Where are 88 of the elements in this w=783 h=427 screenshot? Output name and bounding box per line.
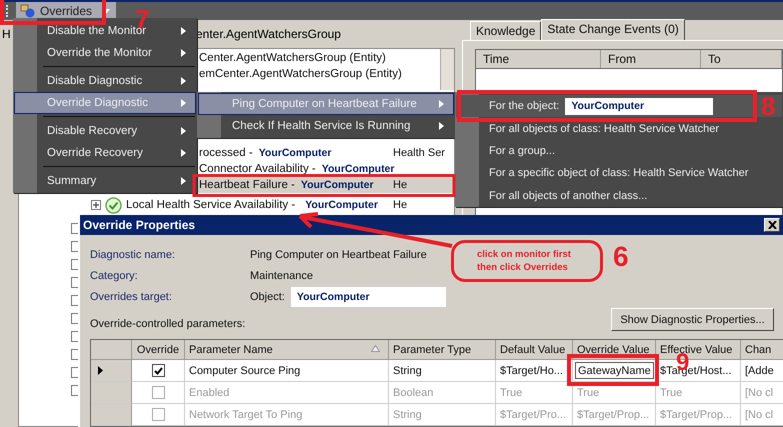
menu-item[interactable]: Override Recovery: [14, 142, 196, 164]
table-cell: True: [656, 382, 741, 404]
column-header[interactable]: Override: [132, 340, 185, 360]
table-cell: String: [389, 360, 496, 382]
field-value: Maintenance: [250, 270, 313, 282]
target-name: YourComputer: [258, 147, 332, 159]
submenu-arrow-icon: [181, 177, 186, 185]
table-cell: [No cl: [741, 404, 783, 426]
menu-item[interactable]: Disable Recovery: [14, 120, 196, 142]
class-name: He: [393, 199, 408, 211]
show-properties-button[interactable]: Show Diagnostic Properties...: [611, 308, 774, 331]
corner-header: [91, 340, 132, 360]
monitor-name: Local Health Service Availability -: [126, 199, 296, 211]
menu-item[interactable]: For a specific object of class: Health Service Watcher: [456, 162, 782, 185]
menu-item[interactable]: For all objects of class: Health Service Watcher: [456, 117, 782, 140]
callout-text: click on monitor first: [477, 248, 572, 261]
pane-heading: H: [2, 27, 11, 41]
monitor-name: Connector Availability -: [199, 163, 316, 175]
target-name: YourComputer: [322, 163, 394, 175]
target-field[interactable]: YourComputer: [290, 286, 446, 306]
step-number: 6: [613, 243, 629, 271]
sort-icon: [371, 345, 380, 352]
current-row-icon: [98, 366, 103, 375]
override-checkbox[interactable]: [152, 386, 164, 399]
column-header[interactable]: From: [601, 50, 701, 68]
expand-icon[interactable]: [91, 200, 101, 210]
table-cell: [No cl: [741, 382, 783, 404]
close-icon: [768, 221, 776, 229]
package-icon: [20, 4, 36, 18]
callout-text: then click Overrides: [477, 261, 569, 274]
table-cell: Boolean: [389, 382, 496, 404]
submenu-arrow-icon: [181, 99, 186, 107]
table-cell: [Adde: [741, 360, 783, 382]
object-field[interactable]: YourComputer: [565, 98, 714, 115]
submenu-arrow-icon: [181, 149, 186, 157]
group-heading: enter.AgentWatchersGroup: [196, 27, 341, 41]
menu-item[interactable]: For the object:: [489, 100, 560, 112]
menu-item[interactable]: Override the Monitor: [14, 42, 196, 64]
window-title: Override Properties: [83, 218, 196, 232]
check-circle-icon: [105, 196, 122, 214]
field-value: Ping Computer on Heartbeat Failure: [250, 248, 427, 260]
monitor-name: Heartbeat Failure -: [199, 179, 295, 191]
field-value: Object:: [250, 290, 285, 302]
row-header[interactable]: [91, 360, 132, 382]
table-cell: True: [496, 382, 573, 404]
table-cell: Computer Source Ping: [185, 360, 389, 382]
column-header[interactable]: To: [701, 50, 782, 68]
tree-row[interactable]: Local Health Service Availability - YourComputer He: [19, 197, 454, 213]
table-cell: Network Target To Ping: [185, 404, 389, 426]
tab[interactable]: Knowledge: [470, 21, 542, 40]
submenu-arrow-icon: [181, 27, 186, 35]
close-button[interactable]: [764, 218, 780, 232]
tab[interactable]: State Change Events (0): [541, 19, 685, 41]
target-name: YourComputer: [305, 199, 378, 211]
override-checkbox[interactable]: [152, 408, 164, 421]
class-name: He: [393, 179, 408, 191]
menu-item[interactable]: Disable Diagnostic: [14, 70, 196, 92]
menu-item[interactable]: For a group...: [456, 140, 782, 162]
monitor-name: rocessed -: [199, 147, 253, 159]
column-header[interactable]: Time: [476, 50, 601, 68]
submenu-arrow-icon: [439, 100, 444, 108]
menu-item[interactable]: Check If Health Service Is Running: [198, 115, 454, 137]
submenu-arrow-icon: [181, 49, 186, 57]
field-label: Overrides target:: [90, 290, 173, 302]
step-number: 8: [761, 93, 776, 119]
table-cell: $Target/Ho...: [496, 360, 573, 382]
menu-item[interactable]: For all objects of another class...: [456, 184, 782, 207]
target-name: YourComputer: [300, 179, 374, 191]
submenu-arrow-icon: [181, 127, 186, 135]
column-header[interactable]: Default Value: [496, 340, 573, 360]
field-label: Category:: [90, 270, 139, 282]
submenu-arrow-icon: [181, 77, 186, 85]
table-cell: True: [573, 382, 656, 404]
override-checkbox[interactable]: [152, 364, 164, 377]
class-name: Health Ser: [393, 147, 445, 159]
table-cell: Enabled: [185, 382, 389, 404]
table-cell: $Target/Pro...: [496, 404, 573, 426]
column-header[interactable]: Parameter Name: [185, 340, 389, 360]
table-cell: $Target/Prop...: [656, 404, 741, 426]
submenu-arrow-icon: [439, 122, 444, 130]
column-header[interactable]: Parameter Type: [389, 340, 496, 360]
column-header[interactable]: Chan: [741, 340, 783, 360]
field-label: Diagnostic name:: [90, 248, 176, 260]
section-label: Override-controlled parameters:: [90, 318, 246, 330]
table-cell: $Target/Prop...: [573, 404, 656, 426]
table-cell: String: [389, 404, 496, 426]
scrollbar[interactable]: [440, 49, 454, 90]
override-value-field[interactable]: GatewayName: [575, 362, 654, 379]
